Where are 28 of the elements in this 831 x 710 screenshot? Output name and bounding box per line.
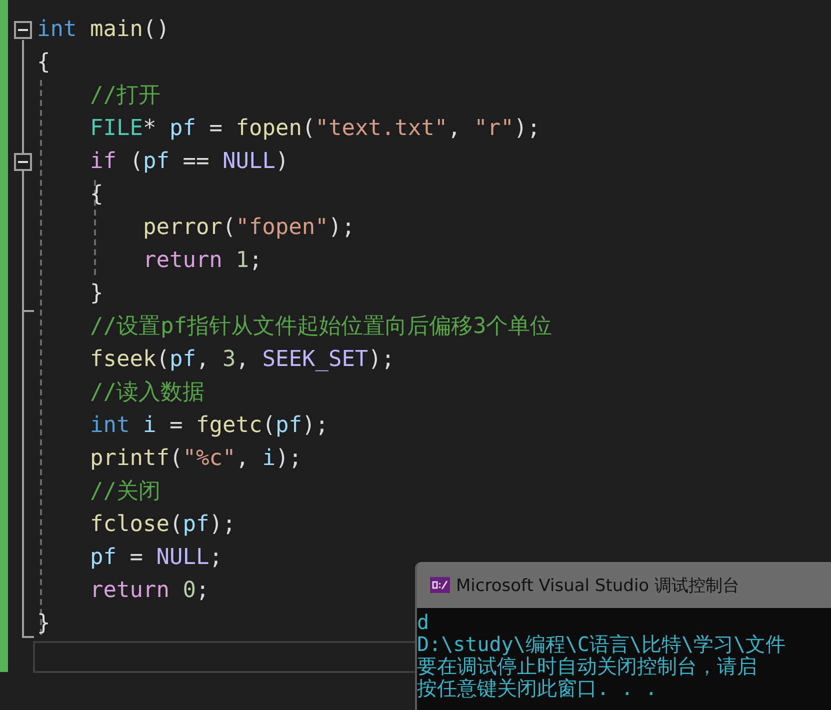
code-line: //打开 (88, 82, 160, 110)
code-line: return 1; (142, 247, 262, 275)
code-line: if (pf == NULL) (88, 148, 289, 176)
code-line: } (37, 610, 50, 638)
console-output-line: 按任意键关闭此窗口. . . (417, 677, 658, 699)
scrollbar-track[interactable] (33, 641, 415, 673)
code-line: perror("fopen"); (142, 214, 355, 242)
collapse-icon[interactable] (14, 152, 32, 170)
code-line: fclose(pf); (88, 511, 236, 539)
console-output-line: d (417, 611, 430, 633)
code-line: int i = fgetc(pf); (88, 412, 328, 440)
code-line: FILE* pf = fopen("text.txt", "r"); (88, 115, 540, 143)
code-line: int main() (37, 16, 170, 44)
code-line: { (88, 181, 104, 209)
code-line: //设置pf指针从文件起始位置向后偏移3个单位 (88, 313, 552, 341)
code-line: fseek(pf, 3, SEEK_SET); (88, 346, 395, 374)
window-title: Microsoft Visual Studio 调试控制台 (456, 574, 740, 596)
code-line: //关闭 (88, 478, 160, 506)
code-line: printf("%c", i); (88, 445, 302, 473)
console-output-line: 要在调试停止时自动关闭控制台，请启 (417, 655, 758, 677)
code-line: } (88, 280, 104, 308)
code-line: return 0; (88, 577, 210, 605)
code-line: { (37, 49, 50, 77)
code-line: //读入数据 (88, 379, 204, 407)
console-icon (430, 577, 450, 593)
code-line: pf = NULL; (88, 544, 222, 572)
collapse-icon[interactable] (14, 20, 32, 38)
console-output-line: D:\study\编程\C语言\比特\学习\文件 (417, 633, 787, 655)
